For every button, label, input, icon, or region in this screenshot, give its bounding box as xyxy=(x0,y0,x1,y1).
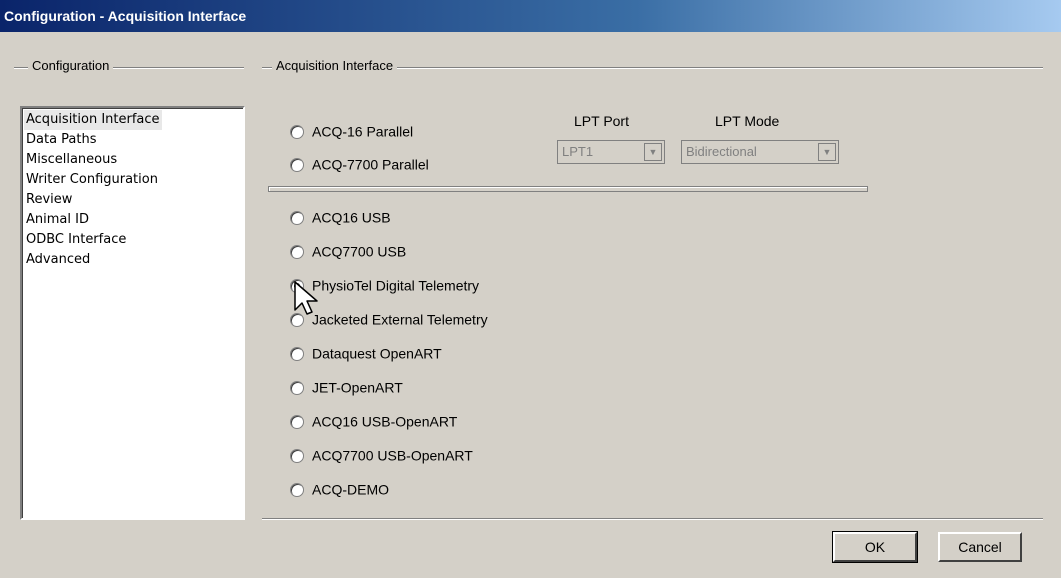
list-item-animal-id[interactable]: Animal ID xyxy=(24,210,91,230)
radio-button-icon[interactable] xyxy=(290,157,304,172)
chevron-down-icon[interactable]: ▼ xyxy=(818,143,836,161)
lpt-port-value: LPT1 xyxy=(562,144,594,159)
list-item-review[interactable]: Review xyxy=(24,190,74,210)
cancel-button[interactable]: Cancel xyxy=(938,532,1022,562)
radio-acq7700-parallel[interactable]: ACQ-7700 Parallel xyxy=(290,154,429,174)
radio-acq7700-usb-openart[interactable]: ACQ7700 USB-OpenART xyxy=(290,445,473,465)
list-item-odbc-interface[interactable]: ODBC Interface xyxy=(24,230,128,250)
configuration-category-list[interactable]: Acquisition Interface Data Paths Miscell… xyxy=(20,106,245,520)
lpt-port-label: LPT Port xyxy=(574,113,629,129)
configuration-group-label: Configuration xyxy=(28,58,114,73)
lpt-port-select[interactable]: LPT1 ▼ xyxy=(557,140,665,164)
title-bar[interactable]: Configuration - Acquisition Interface xyxy=(0,0,1061,32)
list-item-advanced[interactable]: Advanced xyxy=(24,250,92,270)
radio-dataquest-openart[interactable]: Dataquest OpenART xyxy=(290,343,442,363)
radio-button-icon[interactable] xyxy=(290,482,304,497)
radio-button-icon[interactable] xyxy=(290,380,304,395)
ok-button[interactable]: OK xyxy=(832,531,918,563)
radio-button-icon[interactable] xyxy=(290,414,304,429)
window-title: Configuration - Acquisition Interface xyxy=(4,8,247,24)
radio-acq7700-usb[interactable]: ACQ7700 USB xyxy=(290,241,406,261)
list-item-acquisition-interface[interactable]: Acquisition Interface xyxy=(24,110,162,130)
radio-acq16-usb-openart[interactable]: ACQ16 USB-OpenART xyxy=(290,411,457,431)
list-item-miscellaneous[interactable]: Miscellaneous xyxy=(24,150,119,170)
radio-button-icon[interactable] xyxy=(290,124,304,139)
right-group-bottom-border xyxy=(262,518,1043,520)
radio-button-icon[interactable] xyxy=(290,244,304,259)
configuration-dialog: Configuration - Acquisition Interface Co… xyxy=(0,0,1061,578)
radio-acq-demo[interactable]: ACQ-DEMO xyxy=(290,479,389,499)
radio-acq16-parallel[interactable]: ACQ-16 Parallel xyxy=(290,121,413,141)
radio-button-icon[interactable] xyxy=(290,210,304,225)
mouse-pointer-icon xyxy=(294,281,318,315)
chevron-down-icon[interactable]: ▼ xyxy=(644,143,662,161)
list-item-data-paths[interactable]: Data Paths xyxy=(24,130,99,150)
radio-button-icon[interactable] xyxy=(290,346,304,361)
lpt-mode-value: Bidirectional xyxy=(686,144,757,159)
acquisition-interface-group-label: Acquisition Interface xyxy=(272,58,398,73)
separator-bar xyxy=(268,186,868,192)
lpt-mode-label: LPT Mode xyxy=(715,113,780,129)
lpt-mode-select[interactable]: Bidirectional ▼ xyxy=(681,140,839,164)
radio-acq16-usb[interactable]: ACQ16 USB xyxy=(290,207,391,227)
list-item-writer-configuration[interactable]: Writer Configuration xyxy=(24,170,160,190)
radio-jet-openart[interactable]: JET-OpenART xyxy=(290,377,403,397)
radio-button-icon[interactable] xyxy=(290,448,304,463)
